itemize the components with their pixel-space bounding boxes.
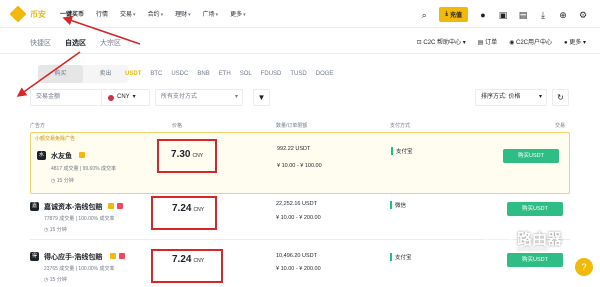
router-logo-icon (485, 224, 513, 252)
support-chat-button[interactable]: ? (575, 258, 593, 276)
chat-icon: ? (581, 262, 587, 272)
watermark: 路由器 www.luyouqi.com (485, 224, 562, 252)
p2p-page: 币安 一键买币 行情 交易▾ 合约▾ 理财▾ 广场▾ 更多▾ ⌕ ⤓ 充值 ● ▣… (0, 0, 600, 287)
arrow-to-quick-buy (62, 16, 141, 45)
arrow-to-buy-tab (16, 51, 81, 97)
watermark-url: www.luyouqi.com (517, 246, 548, 251)
